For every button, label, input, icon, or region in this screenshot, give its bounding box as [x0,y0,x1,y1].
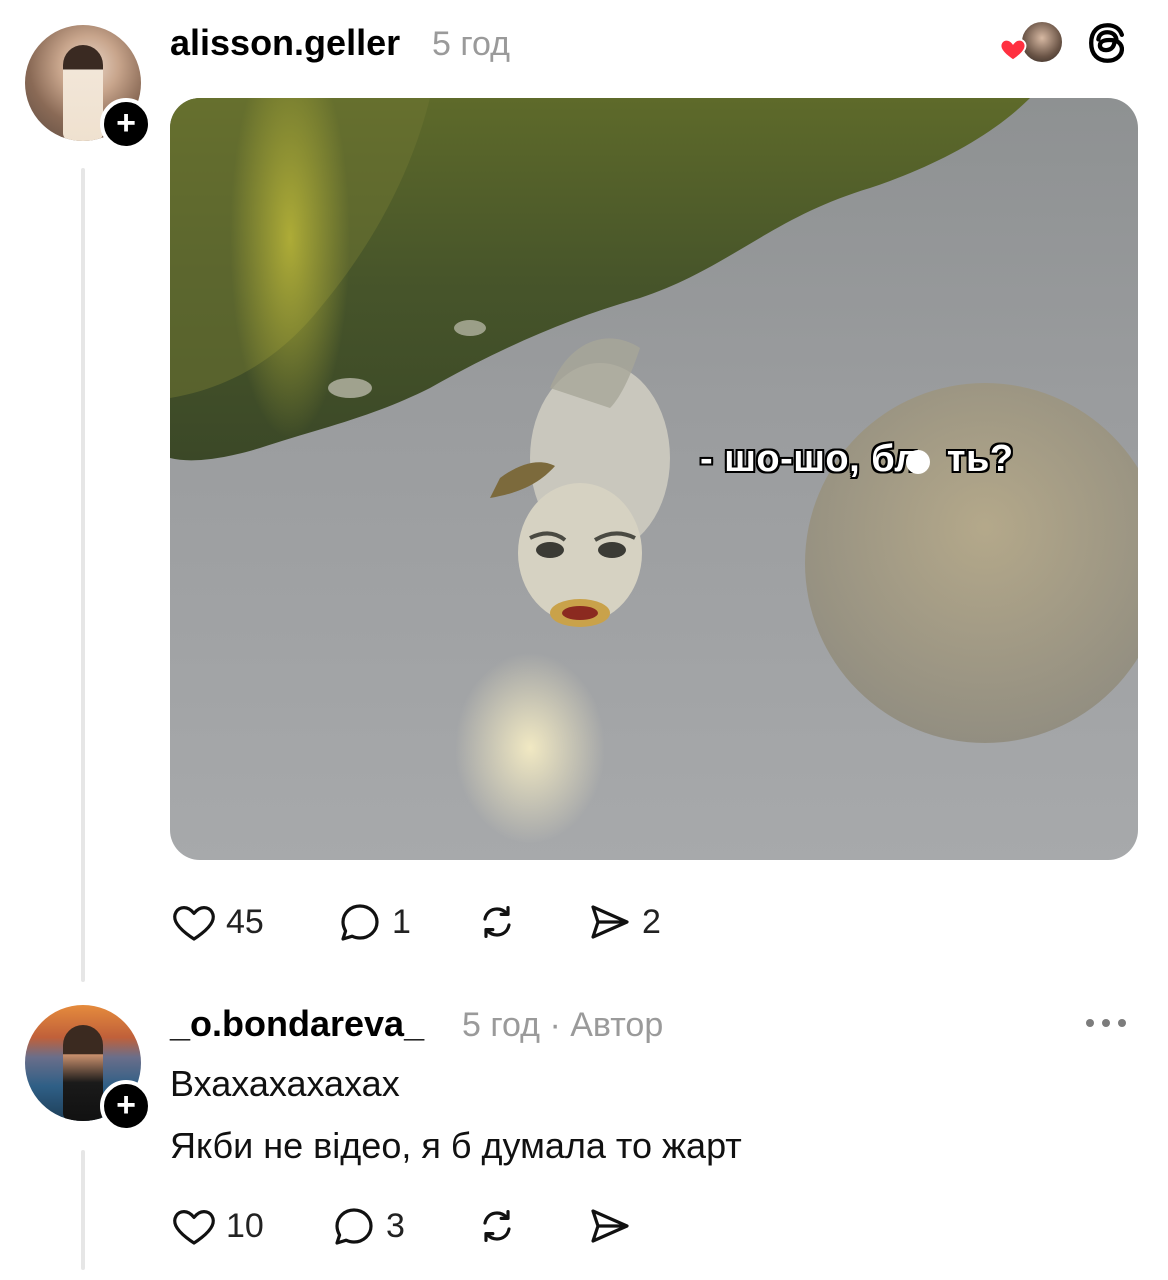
threads-logo-icon[interactable] [1084,20,1130,66]
like-button[interactable]: 45 [170,898,264,946]
reply-repost-button[interactable] [472,1202,522,1250]
reply-meta: 5 год · Автор [462,1006,664,1044]
send-icon [591,905,629,939]
repost-icon [483,1210,511,1242]
reply-text-line-1: Вхахахахахах [170,1063,400,1104]
speech-bubble-icon [335,1208,373,1245]
more-horizontal-icon[interactable] [1084,1005,1128,1039]
share-count: 2 [642,902,661,941]
heart-outline-icon [173,1210,215,1245]
media-caption-text: - шо-шо, бл [700,438,919,480]
repost-button[interactable] [472,898,522,946]
repost-icon [483,906,511,938]
media-caption-overlay: - шо-шо, бл ть? [700,438,1014,481]
plus-icon: + [116,104,136,142]
follow-button[interactable]: + [100,1080,152,1132]
thread-connector-line [81,168,85,982]
caption-censor-dot [906,450,930,474]
like-count: 45 [226,902,264,941]
reply-count: 1 [392,902,411,941]
reply-like-count: 10 [226,1206,264,1245]
reply-text-line-2: Якби не відео, я б думала то жарт [170,1125,742,1166]
share-button[interactable]: 2 [584,898,661,946]
plus-icon: + [116,1086,136,1124]
heart-filled-icon [999,38,1027,62]
reactions-indicator[interactable] [998,20,1064,64]
speech-bubble-icon [341,904,379,941]
avatar-figure [63,45,103,141]
reply-button[interactable]: 1 [336,898,411,946]
reply-share-button[interactable] [584,1202,634,1250]
avatar-figure [63,1025,103,1121]
heart-outline-icon [173,906,215,941]
reply-username[interactable]: _o.bondareva_ [170,1003,424,1045]
reply-like-button[interactable]: 10 [170,1202,264,1250]
send-icon [591,1209,629,1243]
post-media-image[interactable]: - шо-шо, бл ть? [170,98,1138,860]
reply-reply-count: 3 [386,1206,405,1245]
thread-connector-line [81,1150,85,1270]
post-timestamp: 5 год [432,25,511,63]
media-caption-text-end: ть? [946,438,1014,480]
post-username[interactable]: alisson.geller [170,22,400,64]
follow-button[interactable]: + [100,98,152,150]
reply-reply-button[interactable]: 3 [330,1202,405,1250]
